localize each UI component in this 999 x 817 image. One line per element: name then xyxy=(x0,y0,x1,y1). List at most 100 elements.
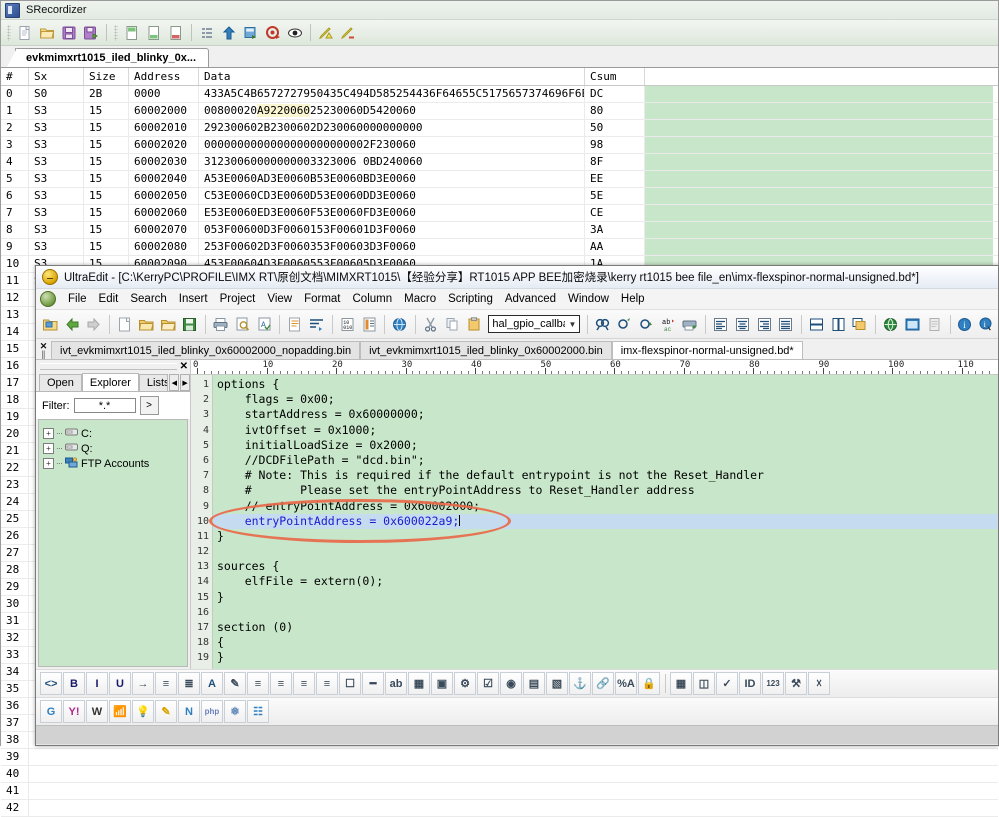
new-document-icon[interactable] xyxy=(14,22,36,43)
header-address[interactable]: Address xyxy=(129,68,199,85)
page-icon[interactable]: ☐ xyxy=(339,672,361,695)
menu-macro[interactable]: Macro xyxy=(398,291,442,307)
link-icon[interactable]: 🔗 xyxy=(592,672,614,695)
menu-window[interactable]: Window xyxy=(562,291,615,307)
menu-file[interactable]: File xyxy=(62,291,93,307)
butterfly-icon[interactable]: ❅ xyxy=(224,700,246,723)
expand-icon[interactable]: + xyxy=(43,428,54,439)
table-row[interactable]: 9 S3 15 60002080 253F00602D3F0060353F00603D3… xyxy=(1,239,998,256)
table-row[interactable]: 7 S3 15 60002060 E53E0060ED3E0060F53E0060FD3… xyxy=(1,205,998,222)
code-line[interactable]: } xyxy=(213,590,998,605)
open-folder-icon[interactable] xyxy=(36,22,58,43)
filter-input[interactable] xyxy=(73,398,136,413)
code-line[interactable]: } xyxy=(213,650,998,665)
windows-icon[interactable]: ☷ xyxy=(247,700,269,723)
anchor-icon[interactable]: ⚓ xyxy=(569,672,591,695)
menu-column[interactable]: Column xyxy=(347,291,399,307)
code-line[interactable] xyxy=(213,605,998,620)
close-icon[interactable]: ✕ xyxy=(180,361,188,371)
menu-search[interactable]: Search xyxy=(124,291,172,307)
print-preview-icon[interactable] xyxy=(232,313,253,335)
save-icon[interactable] xyxy=(58,22,80,43)
up-arrow-icon[interactable] xyxy=(218,22,240,43)
code-line[interactable]: elfFile = extern(0); xyxy=(213,574,998,589)
bold-icon[interactable]: B xyxy=(63,672,85,695)
file-tab-2[interactable]: imx-flexspinor-normal-unsigned.bd* xyxy=(611,341,803,359)
tab-open[interactable]: Open xyxy=(39,374,82,391)
menu-edit[interactable]: Edit xyxy=(93,291,125,307)
new-record-icon[interactable] xyxy=(121,22,143,43)
layers-icon[interactable]: ◫ xyxy=(693,672,715,695)
align-right-icon[interactable]: ≡ xyxy=(293,672,315,695)
abbr-icon[interactable]: ab xyxy=(385,672,407,695)
code-line[interactable]: initialLoadSize = 0x2000; xyxy=(213,438,998,453)
code-line[interactable]: # Note: This is required if the default … xyxy=(213,468,998,483)
table-row[interactable]: 0 S0 2B 0000 433A5C4B6572727950435C494D58525… xyxy=(1,86,998,103)
dock-grip[interactable]: ✕ xyxy=(36,360,190,372)
id-icon[interactable]: ID xyxy=(739,672,761,695)
validate-icon[interactable]: ✓ xyxy=(716,672,738,695)
frame-icon[interactable]: ▣ xyxy=(431,672,453,695)
tile-horizontal-icon[interactable] xyxy=(806,313,827,335)
new-file-icon[interactable] xyxy=(114,313,135,335)
editor-surface[interactable]: 1 2 3 4 5 6 7 8 9 10 11 12 13 14 15 16 17 18 19 options { … xyxy=(191,375,998,669)
menu-format[interactable]: Format xyxy=(298,291,346,307)
back-arrow-icon[interactable] xyxy=(62,313,83,335)
html-icon[interactable]: <> xyxy=(40,672,62,695)
table-row[interactable]: 3 S3 15 60002020 0000000000000000000000002F2… xyxy=(1,137,998,154)
menu-view[interactable]: View xyxy=(261,291,298,307)
code-line[interactable]: flags = 0x00; xyxy=(213,392,998,407)
highlight-icon[interactable]: ✎ xyxy=(224,672,246,695)
justify-icon[interactable] xyxy=(775,313,796,335)
table-icon[interactable]: ▦ xyxy=(408,672,430,695)
tree-item-q-drive[interactable]: + Q: xyxy=(43,441,187,456)
tab-scroll-left-icon[interactable]: ◀ xyxy=(169,374,180,391)
code-line[interactable]: // entryPointAddress = 0x60002000; xyxy=(213,499,998,514)
menu-advanced[interactable]: Advanced xyxy=(499,291,562,307)
table-row[interactable]: 6 S3 15 60002050 C53E0060CD3E0060D53E0060DD3… xyxy=(1,188,998,205)
rss-icon[interactable]: 📶 xyxy=(109,700,131,723)
toolbar-grip[interactable] xyxy=(7,24,11,41)
edit-pencil-icon[interactable] xyxy=(337,22,359,43)
tree-item-c-drive[interactable]: + C: xyxy=(43,426,187,441)
table-row[interactable]: 42 xyxy=(1,800,998,817)
wikipedia-icon[interactable]: W xyxy=(86,700,108,723)
print-icon[interactable] xyxy=(210,313,231,335)
code-line[interactable]: entryPointAddress = 0x600022a9; xyxy=(213,513,998,529)
open-folder-icon[interactable] xyxy=(158,313,179,335)
paste-icon[interactable] xyxy=(464,313,485,335)
close-tag-icon[interactable]: ☓ xyxy=(808,672,830,695)
tools-icon[interactable]: ⚒ xyxy=(785,672,807,695)
table-row[interactable]: 41 xyxy=(1,783,998,800)
save-as-icon[interactable] xyxy=(80,22,102,43)
code-line[interactable]: section (0) xyxy=(213,620,998,635)
script-icon[interactable]: ⚙ xyxy=(454,672,476,695)
replace-icon[interactable]: ab ac xyxy=(658,313,679,335)
spell-check-icon[interactable]: A xyxy=(254,313,275,335)
export-icon[interactable] xyxy=(240,22,262,43)
filter-go-button[interactable]: > xyxy=(139,396,159,415)
open-file-icon[interactable] xyxy=(136,313,157,335)
bullet-list-icon[interactable]: ≡ xyxy=(155,672,177,695)
notepad-icon[interactable]: N xyxy=(178,700,200,723)
file-tab-0[interactable]: ivt_evkmimxrt1015_iled_blinky_0x60002000… xyxy=(51,341,361,359)
print-selection-icon[interactable] xyxy=(679,313,700,335)
yahoo-icon[interactable]: Y! xyxy=(63,700,85,723)
italic-icon[interactable]: I xyxy=(86,672,108,695)
browser-icon[interactable] xyxy=(902,313,923,335)
close-tab-icon[interactable]: ✕ ║ xyxy=(38,341,49,359)
highlighter-icon[interactable]: ✎ xyxy=(155,700,177,723)
chevron-down-icon[interactable]: ▼ xyxy=(565,320,579,329)
align-left-icon[interactable]: ≡ xyxy=(247,672,269,695)
menu-help[interactable]: Help xyxy=(615,291,651,307)
hr-icon[interactable]: ━ xyxy=(362,672,384,695)
tab-lists[interactable]: Lists xyxy=(138,374,169,391)
header-csum[interactable]: Csum xyxy=(585,68,645,85)
delete-record-icon[interactable] xyxy=(165,22,187,43)
word-wrap-icon[interactable] xyxy=(284,313,305,335)
table-row[interactable]: 4 S3 15 60002030 31230060000000003323006 0BD… xyxy=(1,154,998,171)
radio-icon[interactable]: ◉ xyxy=(500,672,522,695)
align-center-icon[interactable] xyxy=(732,313,753,335)
menu-scripting[interactable]: Scripting xyxy=(442,291,499,307)
special-char-icon[interactable]: %A xyxy=(615,672,637,695)
